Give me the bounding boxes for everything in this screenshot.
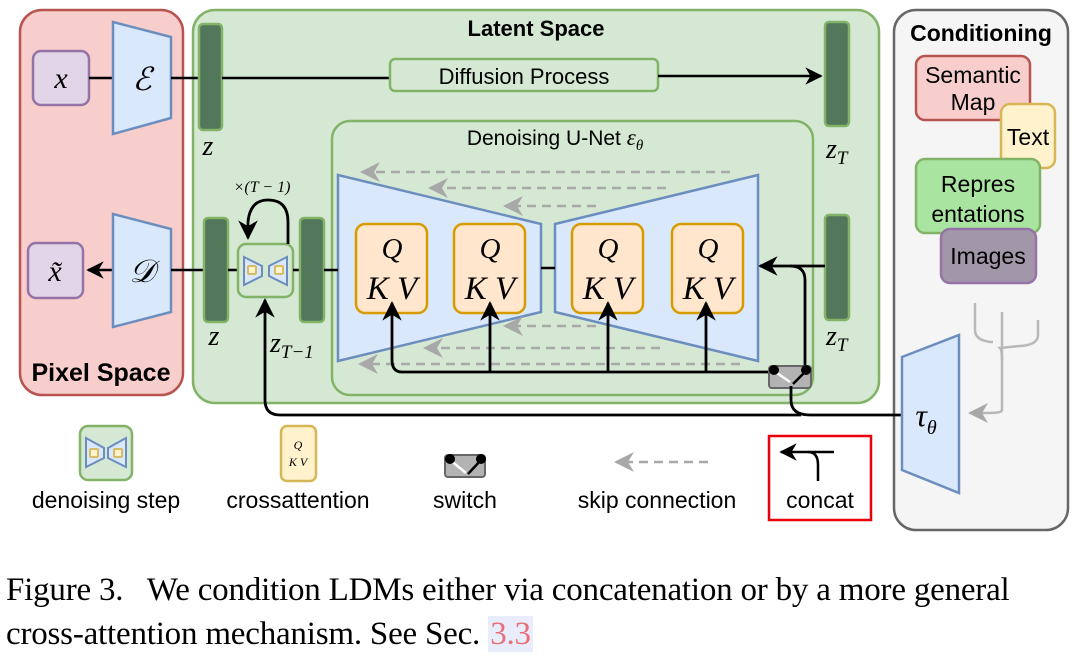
conditioning-item-label: Map: [951, 89, 996, 115]
legend-skip-connection: skip connection: [578, 452, 737, 513]
x-tilde-node: x̃: [26, 241, 85, 300]
encoder: ℰ: [111, 20, 173, 136]
svg-text:×(T − 1): ×(T − 1): [234, 179, 291, 196]
conditioning-item-label: Semantic: [925, 62, 1021, 88]
svg-text:Q: Q: [294, 438, 303, 452]
svg-text:z: z: [208, 321, 220, 352]
query-label: Q: [598, 233, 619, 265]
latent-space-label: Latent Space: [468, 16, 605, 41]
conditioning-item: Images: [939, 227, 1038, 285]
key-value-label: K V: [682, 271, 737, 307]
crossattention-block: Q K V: [354, 222, 429, 315]
query-label: Q: [698, 233, 719, 265]
svg-text:Diffusion Process: Diffusion Process: [439, 64, 610, 89]
svg-text:denoising step: denoising step: [32, 487, 180, 513]
pixel-space-label: Pixel Space: [32, 359, 171, 387]
legend-switch: switch: [433, 454, 497, 513]
caption-prefix: Figure 3.: [6, 572, 124, 608]
figure-caption: Figure 3. We condition LDMs either via c…: [6, 568, 1076, 656]
ldm-architecture-diagram: Pixel Space Latent Space Conditioning x …: [18, 8, 1070, 532]
decoder: 𝒟: [111, 212, 173, 329]
tau-theta-encoder: τθ: [900, 333, 961, 495]
svg-text:concat: concat: [786, 487, 854, 513]
key-value-label: K V: [366, 271, 421, 307]
svg-text:x: x: [53, 62, 68, 95]
svg-text:skip connection: skip connection: [578, 487, 737, 513]
conditioning-item: Repres entations: [914, 157, 1042, 235]
svg-text:K V: K V: [288, 455, 309, 469]
diffusion-process-box: Diffusion Process: [388, 57, 660, 93]
conditioning-item-label: Images: [950, 243, 1025, 269]
conditioning-item-label: Repres: [941, 171, 1015, 197]
conditioning-item-label: entations: [931, 201, 1024, 227]
svg-text:z: z: [202, 131, 214, 162]
z-T-latent-bottom: zT: [823, 213, 851, 356]
crossattention-block: Q K V: [452, 222, 527, 315]
conditioning-label: Conditioning: [910, 20, 1052, 46]
svg-text:x̃: x̃: [47, 255, 62, 288]
crossattention-block: Q K V: [570, 222, 645, 315]
switch: [768, 365, 812, 389]
conditioning-item-label: Text: [1007, 124, 1050, 150]
denoising-step: [236, 242, 295, 299]
svg-text:switch: switch: [433, 487, 497, 513]
legend-crossattention: Q K V crossattention: [226, 424, 370, 513]
legend: denoising step Q K V crossattention swit…: [32, 424, 873, 522]
section-reference-link[interactable]: 3.3: [488, 616, 533, 652]
x-node: x: [31, 49, 91, 107]
svg-text:Denoising U-Net εθ: Denoising U-Net εθ: [467, 125, 644, 154]
legend-concat: concat: [767, 434, 873, 522]
key-value-label: K V: [464, 271, 519, 307]
key-value-label: K V: [582, 271, 637, 307]
svg-text:crossattention: crossattention: [226, 487, 369, 513]
crossattention-block: Q K V: [670, 222, 745, 315]
query-label: Q: [382, 233, 403, 265]
query-label: Q: [480, 233, 501, 265]
legend-denoising-step: denoising step: [32, 424, 180, 513]
